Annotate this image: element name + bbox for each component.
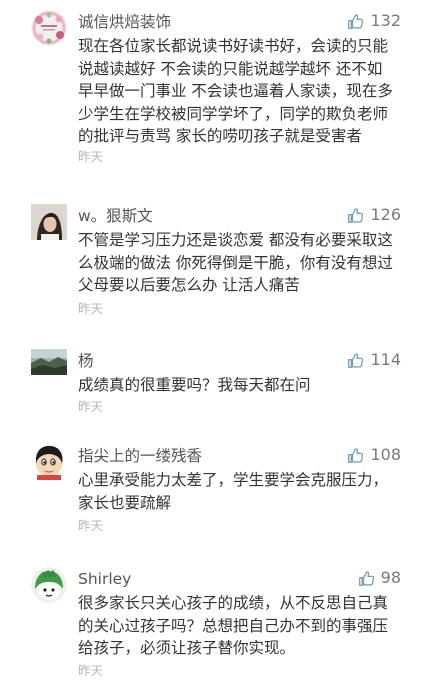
like-count: 132 [370, 11, 401, 30]
comment-time: 昨天 [78, 518, 104, 533]
comment-time: 昨天 [78, 149, 104, 164]
thumbs-up-icon [348, 352, 364, 368]
comment-text: 现在各位家长都说读书好读书好，会读的只能 说越读越好 不会读的只能说越学越坏 还… [78, 37, 393, 145]
comment-item: 指尖上的一缕残香 108 心里承受能力太差了，学生要学会克服压力， 家长也要疏解… [0, 444, 429, 539]
thumbs-up-icon [348, 13, 364, 29]
comment-username[interactable]: Shirley [78, 569, 131, 589]
comment-text: 成绩真的很重要吗？我每天都在问 [78, 376, 311, 394]
thumbs-up-icon [358, 570, 374, 586]
comment-time: 昨天 [78, 663, 104, 678]
comment-feed: 诚信烘焙装饰 132 现在各位家长都说读书好读书好，会读的只能 说越读越好 不会… [0, 0, 429, 684]
comment-item: Shirley 98 很多家长只关心孩子的成绩，从不反思自己真 的关心过孩子吗？… [0, 567, 429, 684]
comment-item: w。狠斯文 126 不管是学习压力还是谈恋爱 都没有必要采取这 么极端的做法 你… [0, 204, 429, 324]
landscape-avatar-icon[interactable] [31, 349, 67, 375]
like-count: 98 [380, 568, 401, 587]
comment-item: 诚信烘焙装饰 132 现在各位家长都说读书好读书好，会读的只能 说越读越好 不会… [0, 10, 429, 170]
like-count: 126 [370, 205, 401, 224]
comment-username[interactable]: 诚信烘焙装饰 [78, 12, 171, 32]
comment-item: 杨 114 成绩真的很重要吗？我每天都在问 昨天 [0, 349, 429, 419]
like-button[interactable]: 114 [347, 349, 401, 371]
comment-username[interactable]: w。狠斯文 [78, 206, 153, 226]
like-button[interactable]: 108 [347, 444, 401, 466]
comment-text: 心里承受能力太差了，学生要学会克服压力， 家长也要疏解 [78, 471, 389, 512]
like-button[interactable]: 132 [347, 10, 401, 32]
floral-avatar-icon[interactable] [31, 10, 67, 46]
comment-username[interactable]: 指尖上的一缕残香 [78, 446, 202, 466]
comment-text: 很多家长只关心孩子的成绩，从不反思自己真 的关心过孩子吗？总想把自己办不到的事强… [78, 594, 389, 657]
like-button[interactable]: 126 [347, 204, 401, 226]
comment-time: 昨天 [78, 301, 104, 316]
portrait-avatar-icon[interactable] [31, 204, 67, 240]
comment-username[interactable]: 杨 [78, 351, 94, 371]
thumbs-up-icon [348, 207, 364, 223]
like-count: 114 [370, 350, 401, 369]
green-creature-avatar-icon[interactable] [31, 567, 67, 603]
like-count: 108 [370, 445, 401, 464]
thumbs-up-icon [348, 447, 364, 463]
comment-text: 不管是学习压力还是谈恋爱 都没有必要采取这 么极端的做法 你死得倒是干脆，你有没… [78, 231, 393, 294]
comment-time: 昨天 [78, 399, 104, 414]
like-button[interactable]: 98 [358, 567, 401, 589]
cartoon-boy-avatar-icon[interactable] [31, 444, 67, 480]
